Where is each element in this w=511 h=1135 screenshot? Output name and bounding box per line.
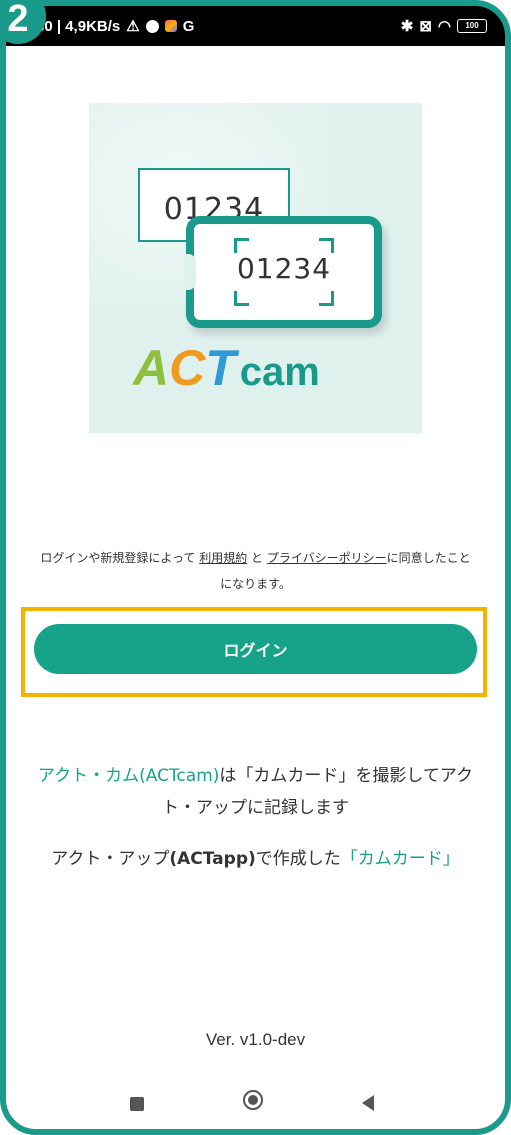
scan-bracket-icon: [234, 291, 249, 306]
actapp-name: (ACTapp): [169, 849, 256, 869]
status-right: ✱ ⊠ ◠ 100: [401, 19, 487, 34]
scan-bracket-icon: [234, 238, 249, 253]
terms-prefix: ログインや新規登録によって: [40, 551, 196, 565]
terms-link[interactable]: 利用規約: [199, 551, 247, 565]
recents-icon[interactable]: [130, 1097, 144, 1111]
wifi-icon: ◠: [437, 17, 451, 35]
description-line2: アクト・アップ(ACTapp)で作成した「カムカード」: [30, 843, 481, 875]
home-icon[interactable]: [243, 1090, 263, 1110]
terms-notice: ログインや新規登録によって 利用規約 と プライバシーポリシーに同意したことにな…: [40, 545, 471, 597]
privacy-policy-link[interactable]: プライバシーポリシー: [267, 551, 387, 565]
google-icon: G: [182, 17, 195, 35]
battery-icon: 100: [457, 19, 487, 33]
actapp-name-prefix: アクト・アップ: [51, 849, 170, 869]
no-sim-icon: ⊠: [419, 17, 432, 35]
version-label: Ver. v1.0-dev: [205, 1030, 306, 1049]
front-camera-card: 01234: [186, 216, 382, 328]
mute-icon: ⚠: [126, 17, 140, 35]
login-button[interactable]: ログイン: [34, 624, 477, 674]
front-card-number: 01234: [236, 252, 332, 285]
status-bar: 30 | 4,9KB/s ⚠ G ✱ ⊠ ◠ 100: [6, 6, 505, 46]
actcam-logo-card: 01234 01234 ACT cam: [89, 103, 422, 433]
bluetooth-icon: ✱: [400, 17, 414, 35]
camcard-label: 「カムカード」: [340, 849, 460, 869]
scan-bracket-icon: [319, 238, 334, 253]
brand-letter-t: T: [205, 340, 236, 396]
scan-bracket-icon: [319, 291, 334, 306]
brand-wordmark: ACT cam: [133, 343, 320, 393]
description-line1: アクト・カム(ACTcam)は「カムカード」を撮影してアクト・アップに記録します: [30, 760, 481, 824]
brand-letter-c: C: [169, 340, 206, 396]
app-notification-icon: [145, 19, 159, 33]
status-left: 30 | 4,9KB/s ⚠ G: [36, 18, 194, 35]
description-line2-text: で作成した: [255, 849, 341, 869]
actcam-app-name: アクト・カム(ACTcam): [37, 766, 220, 786]
navigation-bar: [0, 1080, 511, 1128]
instagram-icon: [164, 20, 177, 32]
brand-letter-a: A: [133, 340, 170, 396]
terms-and: と: [251, 551, 264, 565]
status-time-speed: 30 | 4,9KB/s: [36, 17, 121, 35]
back-icon[interactable]: [362, 1095, 374, 1111]
brand-cam: cam: [239, 350, 320, 394]
